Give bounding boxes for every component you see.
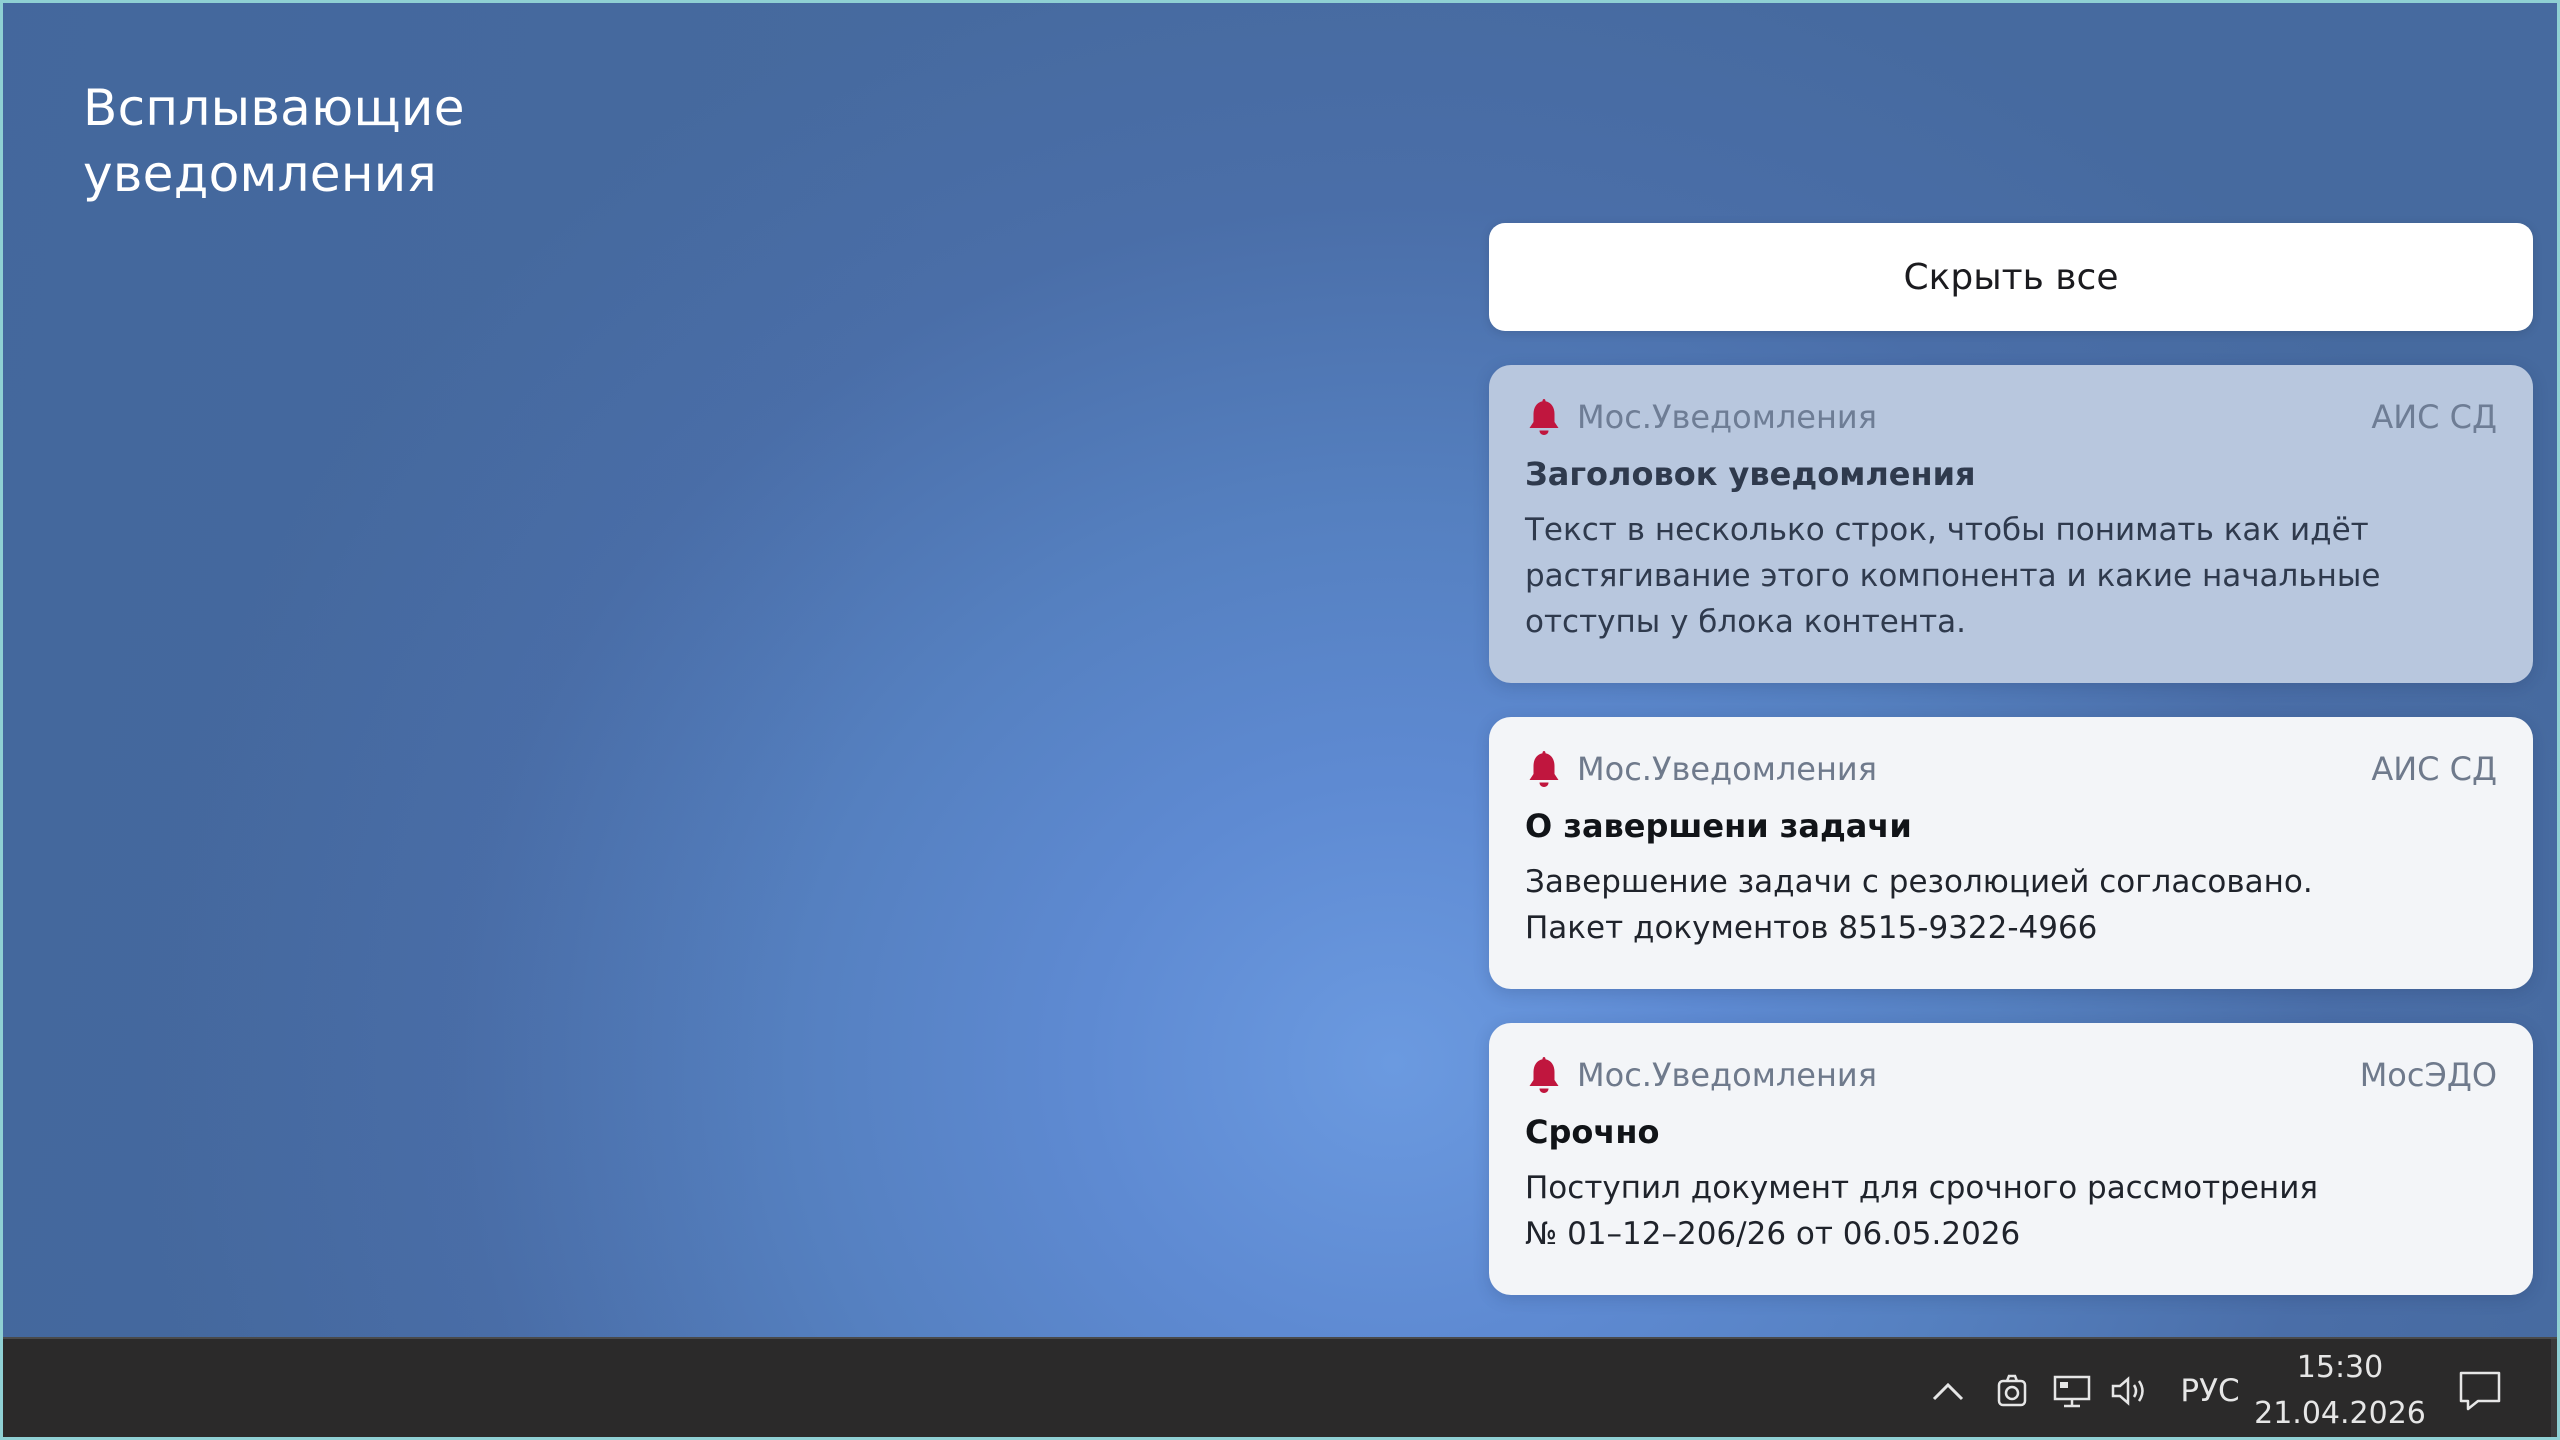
notification-source: АИС СД: [2371, 398, 2497, 436]
show-desktop-button[interactable]: [2551, 1339, 2557, 1437]
notification-title: Заголовок уведомления: [1525, 455, 1976, 493]
network-tray-button[interactable]: [2049, 1339, 2095, 1437]
notification-card[interactable]: Мос.Уведомления АИС СД Заголовок уведомл…: [1489, 365, 2533, 683]
notification-app-name: Мос.Уведомления: [1577, 750, 1877, 788]
notification-header: Мос.Уведомления АИС СД: [1525, 749, 2497, 789]
notification-text-line: Пакет документов 8515-9322-4966: [1525, 910, 2098, 946]
screen: Всплывающие уведомления Скрыть все Мос.У…: [0, 0, 2560, 1440]
notification-text: Текст в несколько строк, чтобы понимать …: [1525, 512, 2381, 640]
notification-header: Мос.Уведомления АИС СД: [1525, 397, 2497, 437]
taskbar: РУС 15:30 21.04.2026: [3, 1337, 2557, 1437]
clock-date: 21.04.2026: [2254, 1395, 2426, 1431]
notification-app-name: Мос.Уведомления: [1577, 398, 1877, 436]
bell-icon: [1529, 399, 1559, 435]
notification-app-name: Мос.Уведомления: [1577, 1056, 1877, 1094]
hide-all-button[interactable]: Скрыть все: [1489, 223, 2533, 331]
page-title: Всплывающие уведомления: [83, 79, 465, 203]
clock[interactable]: 15:30 21.04.2026: [2254, 1339, 2426, 1437]
notification-source: АИС СД: [2371, 750, 2497, 788]
notification-text-line: Завершение задачи с резолюцией согласова…: [1525, 864, 2313, 900]
camera-icon: [1997, 1374, 2027, 1406]
chevron-up-icon: [1932, 1382, 1964, 1400]
volume-tray-button[interactable]: [2107, 1339, 2153, 1437]
notification-source: МосЭДО: [2359, 1056, 2497, 1094]
action-center-button[interactable]: [2455, 1339, 2505, 1437]
clock-time: 15:30: [2296, 1349, 2384, 1385]
notification-text: Поступил документ для срочного рассмотре…: [1525, 1165, 2497, 1257]
language-indicator[interactable]: РУС: [2173, 1339, 2247, 1437]
bell-icon: [1529, 751, 1559, 787]
camera-tray-button[interactable]: [1989, 1339, 2035, 1437]
notification-title: О завершени задачи: [1525, 807, 1912, 845]
notification-text: Завершение задачи с резолюцией согласова…: [1525, 859, 2497, 951]
network-icon: [2053, 1375, 2091, 1407]
bell-icon: [1529, 1057, 1559, 1093]
notification-title: Срочно: [1525, 1113, 1660, 1151]
chat-icon: [2459, 1371, 2501, 1410]
notification-card[interactable]: Мос.Уведомления МосЭДО Срочно Поступил д…: [1489, 1023, 2533, 1295]
show-hidden-icons-button[interactable]: [1925, 1339, 1971, 1437]
notification-card[interactable]: Мос.Уведомления АИС СД О завершени задач…: [1489, 717, 2533, 989]
volume-icon: [2111, 1375, 2144, 1406]
notification-text-line: Поступил документ для срочного рассмотре…: [1525, 1170, 2318, 1206]
notification-header: Мос.Уведомления МосЭДО: [1525, 1055, 2497, 1095]
notification-text-line: № 01–12–206/26 от 06.05.2026: [1525, 1216, 2021, 1252]
